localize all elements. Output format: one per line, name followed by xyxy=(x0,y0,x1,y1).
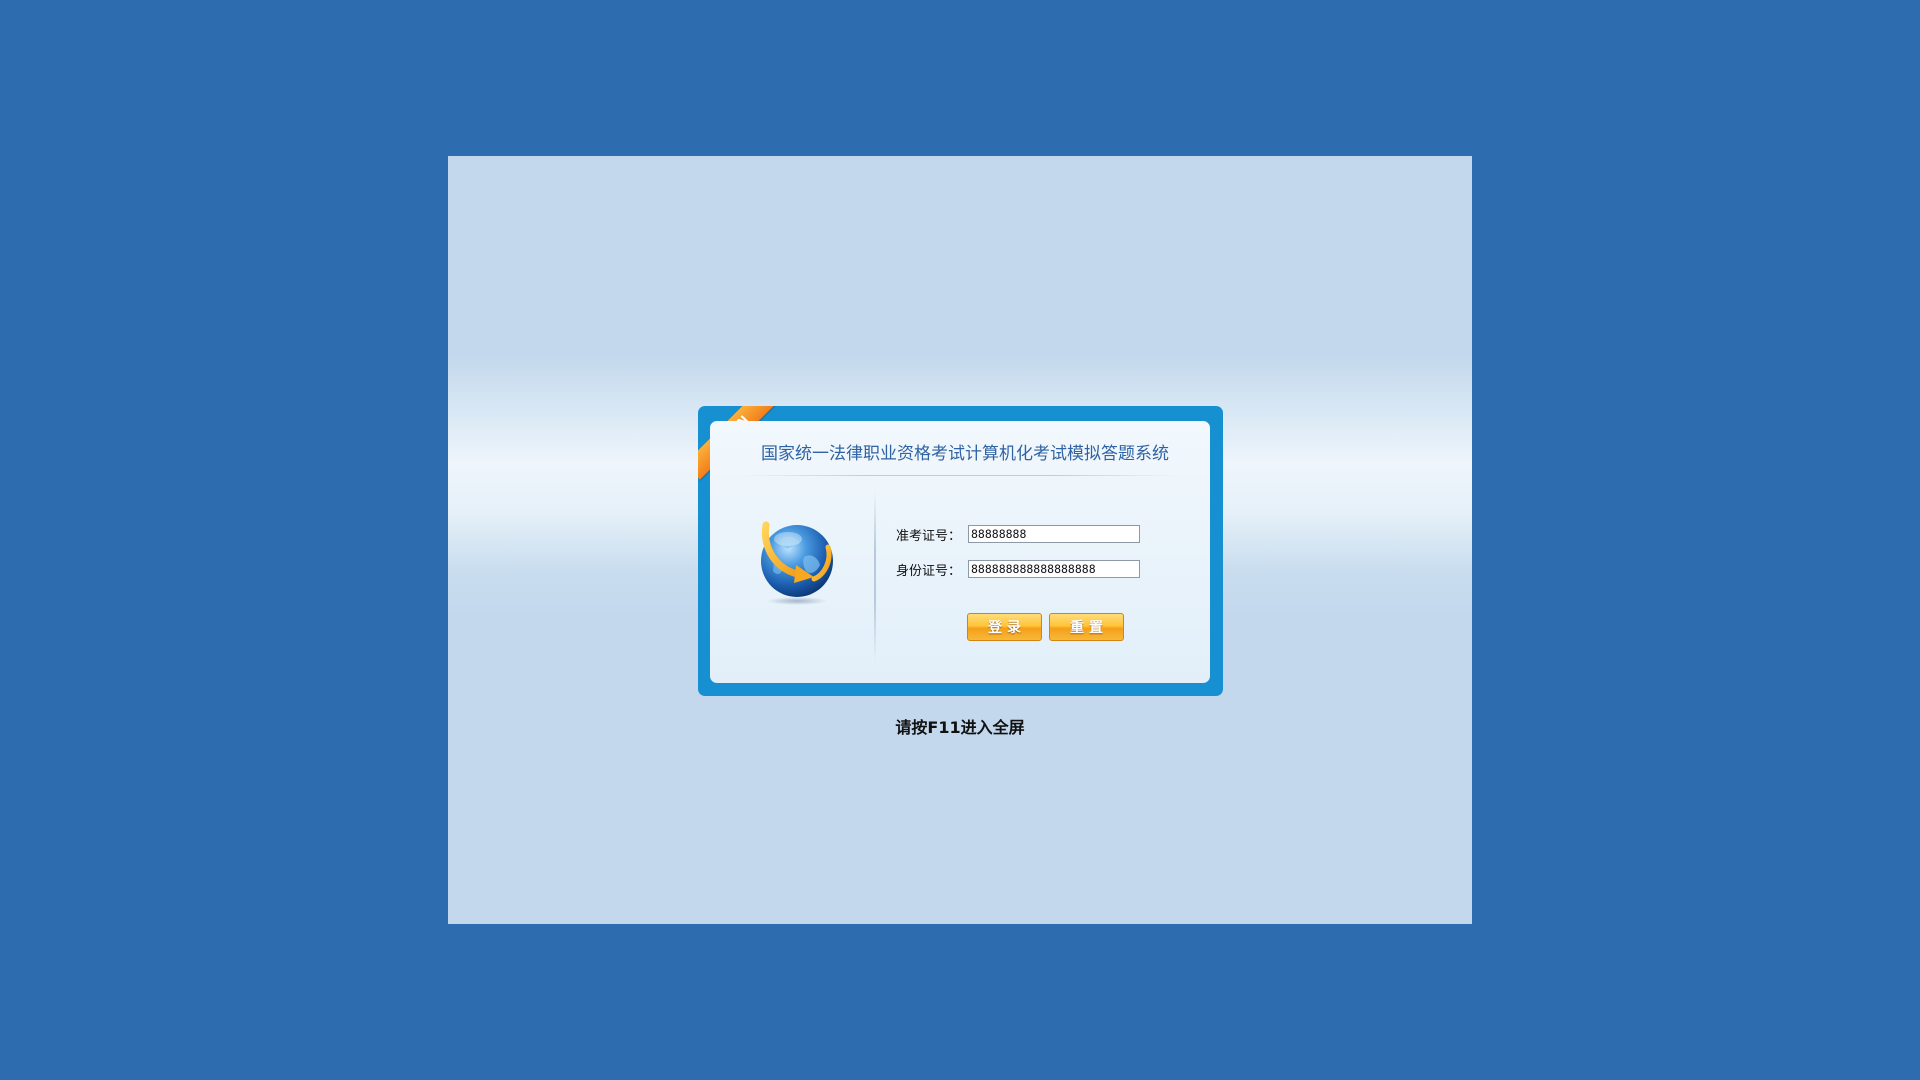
login-panel: 国家统一法律职业资格考试计算机化考试模拟答题系统 准考证号： 88888888 … xyxy=(710,421,1210,683)
system-title: 国家统一法律职业资格考试计算机化考试模拟答题系统 xyxy=(761,444,1169,464)
exam-number-row: 准考证号： xyxy=(896,524,1140,544)
reset-button[interactable]: 重置 xyxy=(1049,613,1124,641)
login-box: LOGIN 国家统一法律职业资格考试计算机化考试模拟答题系统 xyxy=(698,406,1223,696)
exam-number-input[interactable] xyxy=(968,525,1140,543)
fullscreen-hint: 请按F11进入全屏 xyxy=(895,718,1025,737)
title-divider xyxy=(740,475,1180,476)
exam-number-label: 准考证号： xyxy=(896,528,962,544)
vertical-divider xyxy=(874,491,876,661)
globe-arrow-icon xyxy=(752,517,842,607)
globe-icon xyxy=(761,521,833,605)
id-number-input[interactable] xyxy=(968,560,1140,578)
id-number-row: 身份证号： xyxy=(896,559,1140,579)
id-number-label: 身份证号： xyxy=(896,563,962,579)
login-button[interactable]: 登录 xyxy=(967,613,1042,641)
exam-login-screen: LOGIN 国家统一法律职业资格考试计算机化考试模拟答题系统 xyxy=(448,156,1472,924)
